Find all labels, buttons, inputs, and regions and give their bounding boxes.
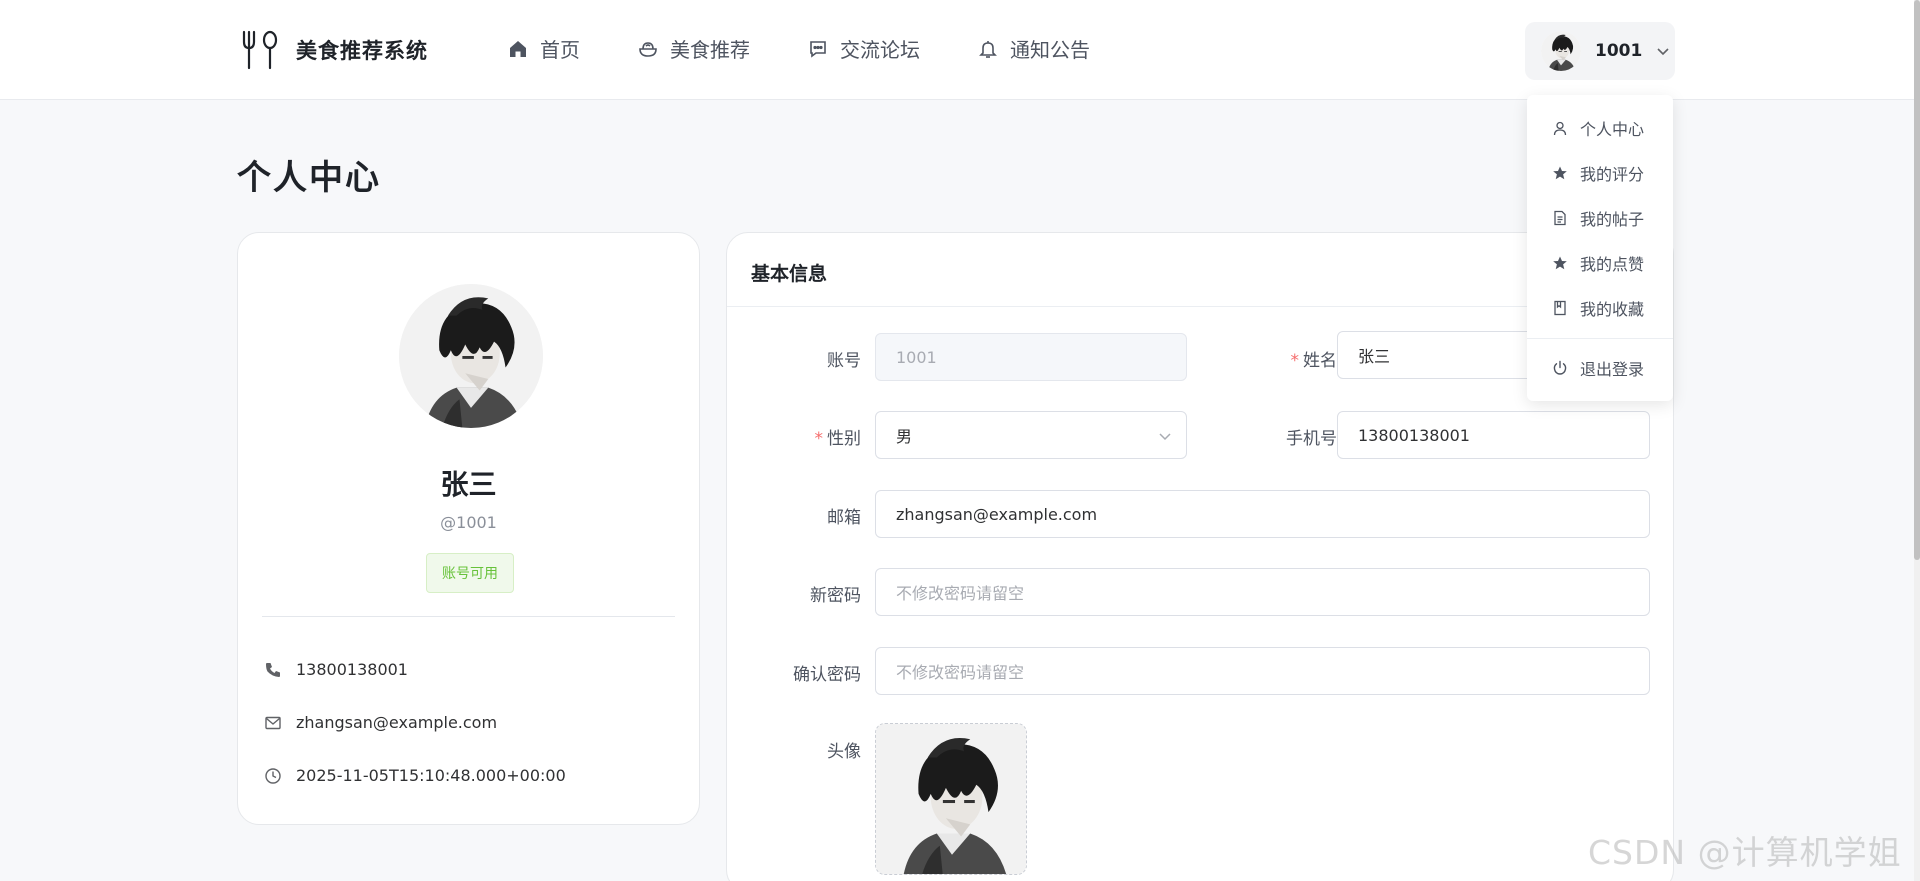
nav-item-label: 美食推荐 [670,38,750,62]
avatar [1541,31,1581,71]
user-dropdown-menu: 个人中心 我的评分 我的帖子 我的点赞 我的收藏 退出登录 [1527,95,1673,401]
confirm-password-input[interactable]: 不修改密码请留空 [875,647,1650,695]
chevron-down-icon [1657,48,1669,56]
menu-item-logout[interactable]: 退出登录 [1527,345,1673,390]
chevron-down-icon [1159,433,1171,441]
main-nav: 首页 美食推荐 交流论坛 通知公告 [508,34,1148,63]
status-badge: 账号可用 [426,553,514,593]
profile-created-time: 2025-11-05T15:10:48.000+00:00 [296,766,566,785]
mail-icon [265,716,281,729]
menu-item-label: 我的评分 [1580,164,1645,184]
home-icon [510,40,526,57]
food-bowl-icon [639,41,657,57]
account-label: 账号 [827,351,861,371]
scrollbar-thumb[interactable] [1914,0,1920,560]
phone-icon [266,662,280,677]
gender-select[interactable]: 男 [875,411,1187,459]
new-password-input[interactable]: 不修改密码请留空 [875,568,1650,616]
uploaded-avatar-image [876,724,1027,875]
menu-item-profile[interactable]: 个人中心 [1527,105,1673,150]
app-title: 美食推荐系统 [296,39,428,63]
bell-icon [979,40,997,58]
profile-email: zhangsan@example.com [296,713,498,732]
menu-item-favorites[interactable]: 我的收藏 [1527,285,1673,330]
profile-name: 张三 [440,468,497,501]
star-icon [1553,256,1567,269]
document-icon [1554,210,1566,225]
required-mark: * [1290,351,1300,371]
nav-item-label: 首页 [540,38,580,62]
menu-item-label: 个人中心 [1580,119,1645,139]
menu-divider [1527,338,1673,339]
avatar [399,284,543,428]
gender-selected-value: 男 [896,427,913,446]
profile-phone: 13800138001 [296,660,408,679]
name-label: * 姓名 [1290,351,1338,371]
card-title: 基本信息 [751,263,828,285]
phone-input[interactable]: 13800138001 [1337,411,1650,459]
menu-item-label: 我的帖子 [1580,209,1645,229]
avatar-upload[interactable] [875,723,1027,875]
fork-spoon-icon [242,30,278,70]
top-header: 美食推荐系统 首页 美食推荐 交流论坛 通知公告 1001 [0,0,1914,100]
user-account: 1001 [1595,41,1643,61]
avatar-label: 头像 [827,742,861,762]
user-avatar-image [1541,31,1581,71]
confirm-password-label: 确认密码 [793,665,861,685]
nav-item-notice[interactable]: 通知公告 [978,34,1090,63]
menu-item-ratings[interactable]: 我的评分 [1527,150,1673,195]
user-icon [1553,121,1567,135]
menu-item-label: 我的收藏 [1580,299,1645,319]
bookmark-icon [1554,300,1566,315]
profile-phone-row: 13800138001 [264,660,408,679]
phone-label: 手机号 [1286,429,1337,449]
watermark: CSDN @计算机学姐 [1588,833,1902,872]
profile-summary-card: 张三 @1001 账号可用 13800138001 zhangsan@examp… [237,232,700,825]
nav-item-label: 通知公告 [1010,38,1090,62]
profile-created-row: 2025-11-05T15:10:48.000+00:00 [264,766,566,785]
nav-item-forum[interactable]: 交流论坛 [808,34,920,63]
app-logo[interactable]: 美食推荐系统 [238,28,428,72]
profile-handle: @1001 [440,513,497,532]
menu-item-posts[interactable]: 我的帖子 [1527,195,1673,240]
email-label: 邮箱 [827,508,861,528]
email-input[interactable]: zhangsan@example.com [875,490,1650,538]
account-input[interactable]: 1001 [875,333,1187,381]
clock-icon [265,767,281,784]
gender-label: * 性别 [814,429,862,449]
power-icon [1553,360,1567,375]
menu-item-label: 退出登录 [1580,359,1645,379]
nav-item-label: 交流论坛 [840,38,920,62]
chat-icon [810,40,826,58]
page-title: 个人中心 [237,158,381,198]
nav-item-food[interactable]: 美食推荐 [638,34,750,63]
user-menu-trigger[interactable]: 1001 [1525,22,1675,80]
card-divider [262,616,675,617]
nav-item-home[interactable]: 首页 [508,34,580,63]
menu-item-label: 我的点赞 [1580,254,1645,274]
profile-avatar-image [399,284,543,428]
menu-item-likes[interactable]: 我的点赞 [1527,240,1673,285]
star-icon [1553,166,1567,179]
new-password-label: 新密码 [810,586,861,606]
profile-email-row: zhangsan@example.com [264,713,497,732]
required-mark: * [814,429,824,449]
